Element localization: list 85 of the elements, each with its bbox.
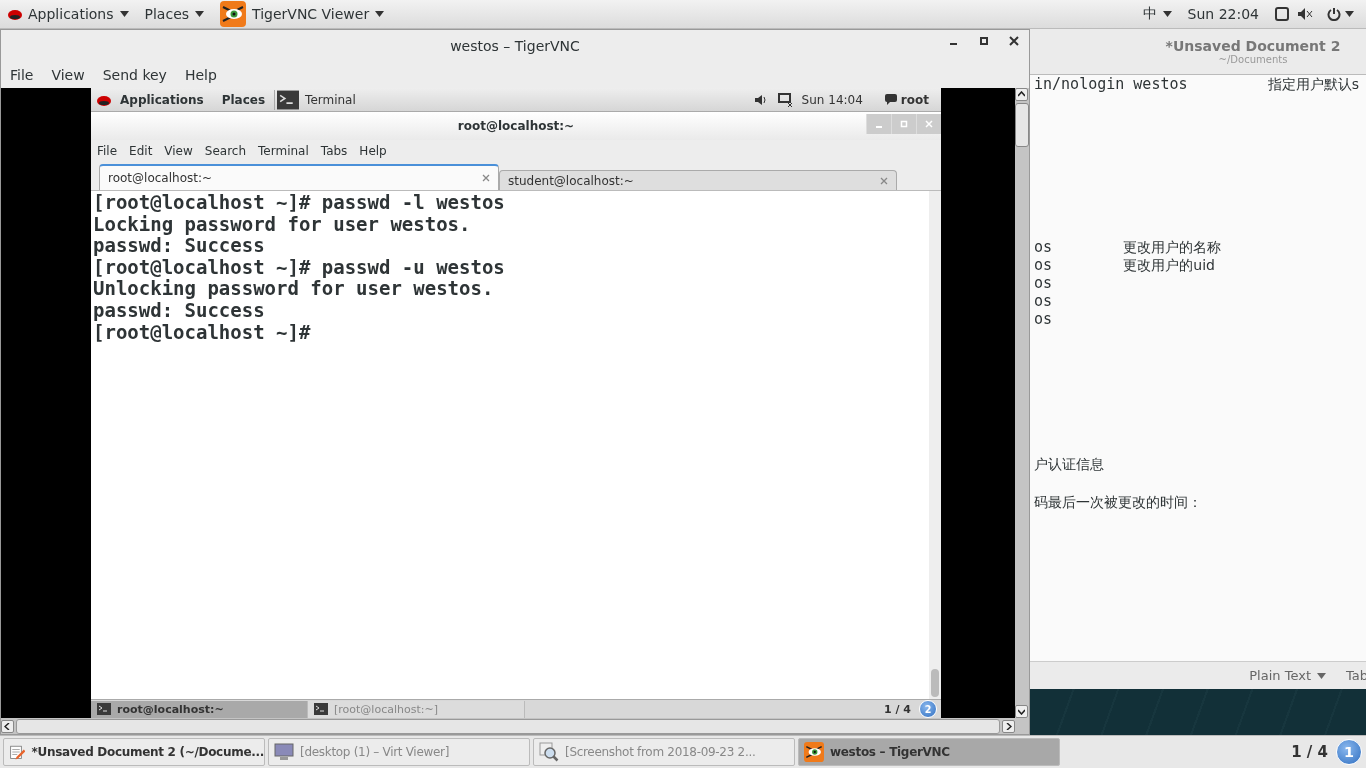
terminal-icon <box>97 703 111 715</box>
maximize-icon <box>900 120 908 128</box>
menu-item[interactable]: File <box>1 67 43 83</box>
terminal-line: [root@localhost ~]# passwd -l westos <box>93 192 506 214</box>
app-menu[interactable]: TigerVNC Viewer <box>212 1 393 27</box>
volume-icon[interactable] <box>753 93 768 106</box>
caret-icon <box>119 11 129 17</box>
clock[interactable]: Sun 14:04 <box>793 92 871 107</box>
menu-item[interactable]: Search <box>198 144 253 158</box>
caret-icon <box>375 11 385 17</box>
window-title: root@localhost:~ <box>457 119 575 133</box>
caret-icon <box>1317 672 1326 679</box>
taskbar-item[interactable]: westos – TigerVNC <box>798 738 1060 766</box>
maximize-icon[interactable] <box>979 36 989 46</box>
terminal-line: passwd: Success <box>93 235 265 257</box>
monitor-icon <box>274 742 294 762</box>
menu-item[interactable]: File <box>91 144 124 158</box>
text-line: os <box>1034 256 1053 274</box>
caret-icon <box>1162 11 1172 17</box>
panel-menu[interactable]: Applications <box>111 92 213 107</box>
text-line: os <box>1034 310 1053 328</box>
text-line: in/nologin westos <box>1034 75 1188 93</box>
workspace-pager[interactable]: 1 / 4 <box>1283 743 1336 761</box>
menu-item[interactable]: View <box>158 144 199 158</box>
hat-icon <box>97 93 111 106</box>
caret-icon <box>195 11 205 17</box>
panel-menu[interactable]: Places <box>136 6 213 22</box>
volume-icon[interactable] <box>1297 7 1313 21</box>
document-title: *Unsaved Document 2 <box>1165 38 1341 54</box>
terminal-icon <box>314 703 328 715</box>
input-method-menu[interactable]: 中 <box>1134 5 1180 23</box>
close-icon <box>925 120 933 128</box>
chevron-up-icon <box>1018 91 1025 98</box>
scrollbar-thumb[interactable] <box>1015 103 1029 147</box>
terminal-line: [root@localhost ~]# passwd -u westos <box>93 256 506 279</box>
scrollbar[interactable] <box>929 191 941 699</box>
menu-item[interactable]: Help <box>175 67 226 83</box>
menu-item[interactable]: Edit <box>123 144 159 158</box>
tiger-eye-icon <box>804 742 824 762</box>
text-line: 指定用户默认s <box>1267 75 1359 93</box>
terminal-line: Unlocking password for user westos. <box>93 278 495 300</box>
taskbar-item[interactable]: root@localhost:~ <box>91 700 308 718</box>
terminal-tab[interactable]: root@localhost:~ <box>99 164 499 190</box>
hat-icon <box>8 8 22 20</box>
terminal-tab[interactable]: student@localhost:~ <box>499 170 897 190</box>
document-path: ~/Documents <box>1218 54 1288 65</box>
window-icon[interactable] <box>1275 7 1289 21</box>
terminal-line: passwd: Success <box>93 299 265 322</box>
text-line: 码最后一次被更改的时间： <box>1034 493 1202 511</box>
chevron-left-icon <box>4 722 11 730</box>
power-icon[interactable] <box>1327 7 1341 21</box>
chevron-down-icon <box>1018 708 1025 715</box>
text-line: 更改用户的uid <box>1123 256 1215 274</box>
text-area[interactable]: in/nologin westos 指定用户默认s os 更改用户的名称 os 更改用户的uid os os os 户认证信息 码最后一次被更改的时间： <box>1030 75 1366 661</box>
user-icon[interactable] <box>884 94 897 105</box>
menu-item[interactable]: Tabs <box>314 144 354 158</box>
panel-app[interactable]: Terminal <box>274 89 356 110</box>
text-line: 户认证信息 <box>1034 455 1104 473</box>
panel-menu[interactable]: Places <box>212 92 275 107</box>
workspace-pager[interactable]: 1 / 4 <box>876 702 919 716</box>
text-line: 更改用户的名称 <box>1123 238 1222 256</box>
terminal-icon <box>277 89 300 110</box>
caret-icon <box>1345 11 1354 17</box>
taskbar-item[interactable]: *Unsaved Document 2 (~/Docume... <box>3 738 265 766</box>
magnifier-icon <box>539 742 559 762</box>
menu-item[interactable]: Terminal <box>252 144 315 158</box>
window-title: westos – TigerVNC <box>450 38 580 54</box>
menu-item[interactable]: Help <box>353 144 393 158</box>
text-line: os <box>1034 238 1053 256</box>
terminal-line: [root@localhost ~]# <box>93 321 312 344</box>
network-icon[interactable] <box>777 92 794 107</box>
terminal-line: Locking password for user westos. <box>93 213 472 236</box>
scrollbar[interactable] <box>1 718 1015 734</box>
panel-menu[interactable]: Applications <box>0 6 137 22</box>
text-line: os <box>1034 292 1053 310</box>
tiger-eye-icon <box>220 1 247 27</box>
text-line: os <box>1034 274 1053 292</box>
language-menu[interactable]: Plain Text <box>1249 668 1326 683</box>
close-icon[interactable] <box>1009 36 1019 46</box>
user-menu[interactable]: root <box>896 92 941 107</box>
chevron-right-icon <box>1005 722 1012 730</box>
menu-item[interactable]: Send key <box>93 67 176 83</box>
menu-item[interactable]: View <box>42 67 94 83</box>
scrollbar[interactable] <box>1015 88 1029 734</box>
clock[interactable]: Sun 22:04 <box>1179 6 1267 22</box>
